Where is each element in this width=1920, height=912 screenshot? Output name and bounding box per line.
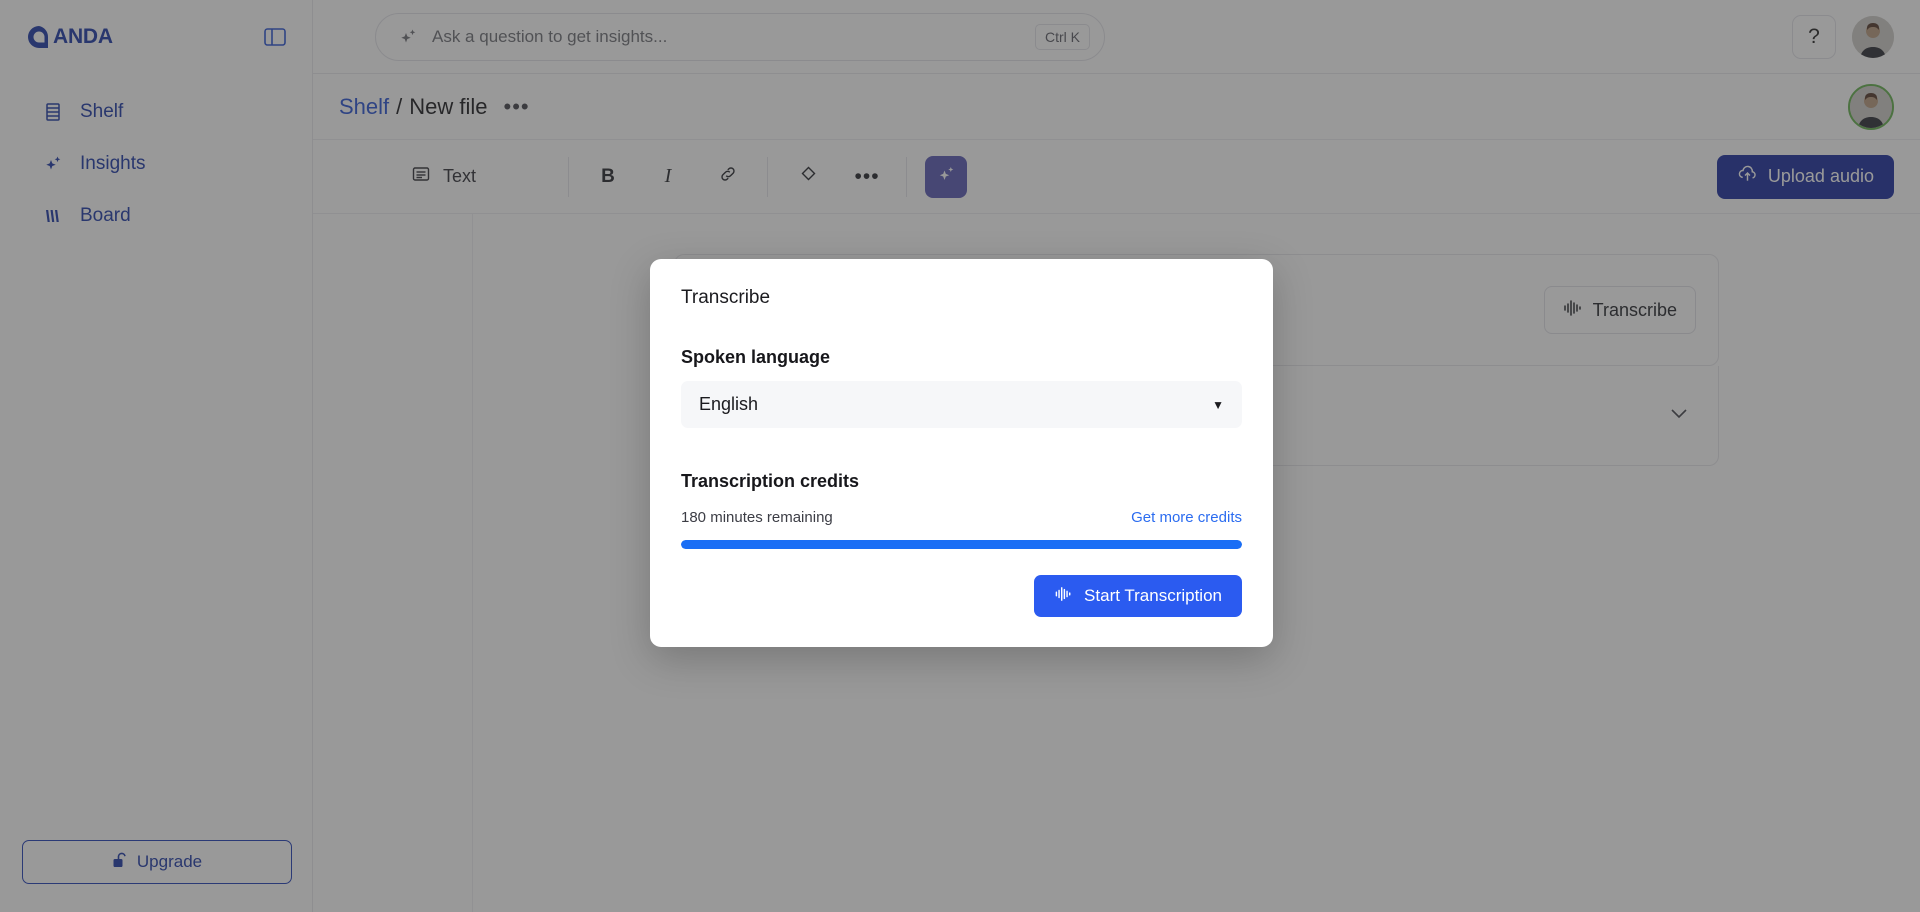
start-transcription-label: Start Transcription bbox=[1084, 586, 1222, 605]
waveform-icon bbox=[1054, 586, 1073, 607]
app-root: ANDA Shelf bbox=[0, 0, 1920, 912]
chevron-down-icon: ▼ bbox=[1212, 397, 1224, 412]
credits-row: 180 minutes remaining Get more credits bbox=[681, 509, 1242, 526]
modal-title: Transcribe bbox=[681, 287, 771, 308]
transcribe-modal: Transcribe Spoken language English ▼ Tra… bbox=[650, 259, 1273, 647]
spoken-language-value: English bbox=[699, 394, 759, 414]
get-more-credits-link[interactable]: Get more credits bbox=[1131, 509, 1242, 526]
modal-actions: Start Transcription bbox=[681, 575, 1242, 617]
spoken-language-select[interactable]: English ▼ bbox=[681, 381, 1242, 428]
credits-progress-track bbox=[681, 540, 1242, 549]
credits-progress-fill bbox=[681, 540, 1242, 549]
credits-remaining-text: 180 minutes remaining bbox=[681, 509, 833, 526]
spoken-language-label: Spoken language bbox=[681, 347, 831, 367]
transcription-credits-label: Transcription credits bbox=[681, 471, 860, 491]
start-transcription-button[interactable]: Start Transcription bbox=[1034, 575, 1242, 617]
modal-overlay[interactable]: Transcribe Spoken language English ▼ Tra… bbox=[0, 0, 1920, 912]
